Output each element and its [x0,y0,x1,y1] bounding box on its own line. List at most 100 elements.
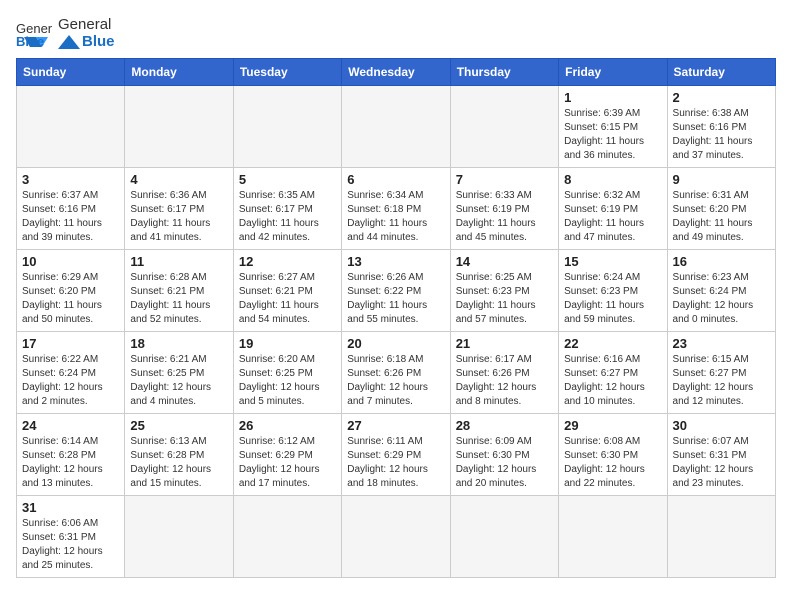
day-info: Sunrise: 6:14 AM Sunset: 6:28 PM Dayligh… [22,435,119,491]
calendar-day-cell: 30 Sunrise: 6:07 AM Sunset: 6:31 PM Dayli… [667,414,775,496]
day-info: Sunrise: 6:23 AM Sunset: 6:24 PM Dayligh… [673,271,770,327]
calendar-day-cell: 14Sunrise: 6:25 AM Sunset: 6:23 PM Dayli… [450,250,558,332]
day-info: Sunrise: 6:32 AM Sunset: 6:19 PM Dayligh… [564,189,661,245]
calendar-day-cell: 12 Sunrise: 6:27 AM Sunset: 6:21 PM Dayli… [233,250,341,332]
day-number: 27 [347,418,444,433]
calendar-day-cell: 23 Sunrise: 6:15 AM Sunset: 6:27 PM Dayli… [667,332,775,414]
calendar-day-cell: 8 Sunrise: 6:32 AM Sunset: 6:19 PM Daylig… [559,168,667,250]
calendar-day-cell: 28Sunrise: 6:09 AM Sunset: 6:30 PM Dayli… [450,414,558,496]
day-number: 19 [239,336,336,351]
calendar-day-cell: 4Sunrise: 6:36 AM Sunset: 6:17 PM Daylig… [125,168,233,250]
calendar-day-cell [450,86,558,168]
calendar-day-cell: 7Sunrise: 6:33 AM Sunset: 6:19 PM Daylig… [450,168,558,250]
calendar-day-cell: 19 Sunrise: 6:20 AM Sunset: 6:25 PM Dayli… [233,332,341,414]
calendar-week-row: 1 Sunrise: 6:39 AM Sunset: 6:15 PM Daylig… [17,86,776,168]
day-info: Sunrise: 6:29 AM Sunset: 6:20 PM Dayligh… [22,271,119,327]
calendar-header-wednesday: Wednesday [342,59,450,86]
calendar-header-tuesday: Tuesday [233,59,341,86]
day-info: Sunrise: 6:22 AM Sunset: 6:24 PM Dayligh… [22,353,119,409]
day-info: Sunrise: 6:28 AM Sunset: 6:21 PM Dayligh… [130,271,227,327]
calendar-day-cell: 6 Sunrise: 6:34 AM Sunset: 6:18 PM Daylig… [342,168,450,250]
day-number: 26 [239,418,336,433]
day-number: 24 [22,418,119,433]
calendar-header-sunday: Sunday [17,59,125,86]
calendar: SundayMondayTuesdayWednesdayThursdayFrid… [16,58,776,578]
logo: General Blue General Blue [16,16,115,50]
day-number: 23 [673,336,770,351]
day-info: Sunrise: 6:13 AM Sunset: 6:28 PM Dayligh… [130,435,227,491]
calendar-day-cell: 16 Sunrise: 6:23 AM Sunset: 6:24 PM Dayli… [667,250,775,332]
day-number: 17 [22,336,119,351]
day-number: 2 [673,90,770,105]
day-number: 30 [673,418,770,433]
calendar-day-cell [342,496,450,578]
calendar-header-row: SundayMondayTuesdayWednesdayThursdayFrid… [17,59,776,86]
calendar-day-cell [233,496,341,578]
calendar-day-cell: 5Sunrise: 6:35 AM Sunset: 6:17 PM Daylig… [233,168,341,250]
day-number: 4 [130,172,227,187]
day-number: 14 [456,254,553,269]
day-number: 6 [347,172,444,187]
calendar-week-row: 17 Sunrise: 6:22 AM Sunset: 6:24 PM Dayli… [17,332,776,414]
calendar-day-cell [342,86,450,168]
day-number: 22 [564,336,661,351]
day-info: Sunrise: 6:20 AM Sunset: 6:25 PM Dayligh… [239,353,336,409]
calendar-day-cell: 24 Sunrise: 6:14 AM Sunset: 6:28 PM Dayli… [17,414,125,496]
calendar-week-row: 31 Sunrise: 6:06 AM Sunset: 6:31 PM Dayli… [17,496,776,578]
calendar-day-cell: 21 Sunrise: 6:17 AM Sunset: 6:26 PM Dayli… [450,332,558,414]
day-info: Sunrise: 6:27 AM Sunset: 6:21 PM Dayligh… [239,271,336,327]
calendar-day-cell: 9 Sunrise: 6:31 AM Sunset: 6:20 PM Daylig… [667,168,775,250]
calendar-day-cell: 27Sunrise: 6:11 AM Sunset: 6:29 PM Dayli… [342,414,450,496]
day-info: Sunrise: 6:07 AM Sunset: 6:31 PM Dayligh… [673,435,770,491]
calendar-day-cell [125,86,233,168]
day-number: 20 [347,336,444,351]
calendar-day-cell: 15Sunrise: 6:24 AM Sunset: 6:23 PM Dayli… [559,250,667,332]
calendar-day-cell: 1 Sunrise: 6:39 AM Sunset: 6:15 PM Daylig… [559,86,667,168]
day-number: 29 [564,418,661,433]
calendar-header-friday: Friday [559,59,667,86]
logo-general: General [58,16,111,33]
calendar-week-row: 3Sunrise: 6:37 AM Sunset: 6:16 PM Daylig… [17,168,776,250]
day-number: 5 [239,172,336,187]
calendar-day-cell: 17 Sunrise: 6:22 AM Sunset: 6:24 PM Dayli… [17,332,125,414]
day-number: 25 [130,418,227,433]
day-info: Sunrise: 6:08 AM Sunset: 6:30 PM Dayligh… [564,435,661,491]
day-info: Sunrise: 6:06 AM Sunset: 6:31 PM Dayligh… [22,517,119,573]
day-info: Sunrise: 6:17 AM Sunset: 6:26 PM Dayligh… [456,353,553,409]
calendar-day-cell [17,86,125,168]
day-number: 8 [564,172,661,187]
day-info: Sunrise: 6:24 AM Sunset: 6:23 PM Dayligh… [564,271,661,327]
calendar-week-row: 24 Sunrise: 6:14 AM Sunset: 6:28 PM Dayli… [17,414,776,496]
day-info: Sunrise: 6:15 AM Sunset: 6:27 PM Dayligh… [673,353,770,409]
day-number: 16 [673,254,770,269]
day-info: Sunrise: 6:39 AM Sunset: 6:15 PM Dayligh… [564,107,661,163]
calendar-header-saturday: Saturday [667,59,775,86]
calendar-day-cell [450,496,558,578]
day-info: Sunrise: 6:31 AM Sunset: 6:20 PM Dayligh… [673,189,770,245]
day-number: 18 [130,336,227,351]
day-number: 1 [564,90,661,105]
day-number: 9 [673,172,770,187]
day-number: 7 [456,172,553,187]
calendar-day-cell: 18 Sunrise: 6:21 AM Sunset: 6:25 PM Dayli… [125,332,233,414]
calendar-day-cell: 29 Sunrise: 6:08 AM Sunset: 6:30 PM Dayli… [559,414,667,496]
day-number: 11 [130,254,227,269]
calendar-day-cell: 26 Sunrise: 6:12 AM Sunset: 6:29 PM Dayli… [233,414,341,496]
day-info: Sunrise: 6:34 AM Sunset: 6:18 PM Dayligh… [347,189,444,245]
day-info: Sunrise: 6:16 AM Sunset: 6:27 PM Dayligh… [564,353,661,409]
calendar-header-monday: Monday [125,59,233,86]
day-number: 12 [239,254,336,269]
day-info: Sunrise: 6:09 AM Sunset: 6:30 PM Dayligh… [456,435,553,491]
logo-blue: Blue [82,33,115,50]
svg-text:Blue: Blue [16,34,44,47]
day-number: 31 [22,500,119,515]
day-info: Sunrise: 6:37 AM Sunset: 6:16 PM Dayligh… [22,189,119,245]
day-number: 21 [456,336,553,351]
day-info: Sunrise: 6:12 AM Sunset: 6:29 PM Dayligh… [239,435,336,491]
day-number: 13 [347,254,444,269]
day-info: Sunrise: 6:21 AM Sunset: 6:25 PM Dayligh… [130,353,227,409]
generalblue-logo-icon: General Blue [16,19,52,47]
header: General Blue General Blue [16,16,776,50]
calendar-day-cell: 3Sunrise: 6:37 AM Sunset: 6:16 PM Daylig… [17,168,125,250]
calendar-day-cell [125,496,233,578]
